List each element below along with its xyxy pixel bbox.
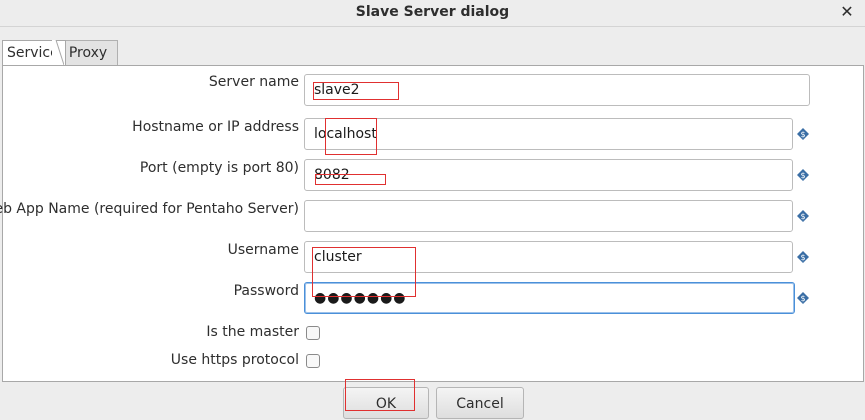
variable-diamond-icon[interactable]: $ [797,169,809,181]
variable-diamond-icon[interactable]: $ [797,292,809,304]
is-master-checkbox[interactable] [306,326,320,340]
tab-proxy[interactable]: Proxy [58,40,118,65]
svg-text:$: $ [800,294,805,303]
svg-text:$: $ [800,253,805,262]
svg-text:$: $ [800,130,805,139]
ok-button[interactable]: OK [343,387,429,419]
use-https-label: Use https protocol [170,352,299,368]
is-master-label: Is the master [206,324,299,340]
close-icon[interactable]: ✕ [837,2,857,22]
webapp-label: Web App Name (required for Pentaho Serve… [0,201,299,217]
server-name-label: Server name [208,74,299,90]
password-label: Password [233,283,299,299]
dialog-title: Slave Server dialog [355,4,510,20]
username-input[interactable]: cluster [304,241,793,273]
port-label: Port (empty is port 80) [139,160,299,176]
username-label: Username [227,242,299,258]
webapp-input[interactable] [304,200,793,232]
password-input[interactable]: ●●●●●●● [304,282,795,314]
hostname-label: Hostname or IP address [132,119,299,135]
svg-text:$: $ [800,171,805,180]
use-https-checkbox[interactable] [306,354,320,368]
svg-text:$: $ [800,212,805,221]
tab-divider [52,40,64,65]
tab-bar: Service Proxy [0,40,865,66]
variable-diamond-icon[interactable]: $ [797,251,809,263]
port-input[interactable]: 8082 [304,159,793,191]
hostname-input[interactable]: localhost [304,118,793,150]
title-bar: Slave Server dialog ✕ [0,0,865,27]
server-name-input[interactable]: slave2 [304,74,810,106]
cancel-button[interactable]: Cancel [436,387,524,419]
variable-diamond-icon[interactable]: $ [797,128,809,140]
variable-diamond-icon[interactable]: $ [797,210,809,222]
